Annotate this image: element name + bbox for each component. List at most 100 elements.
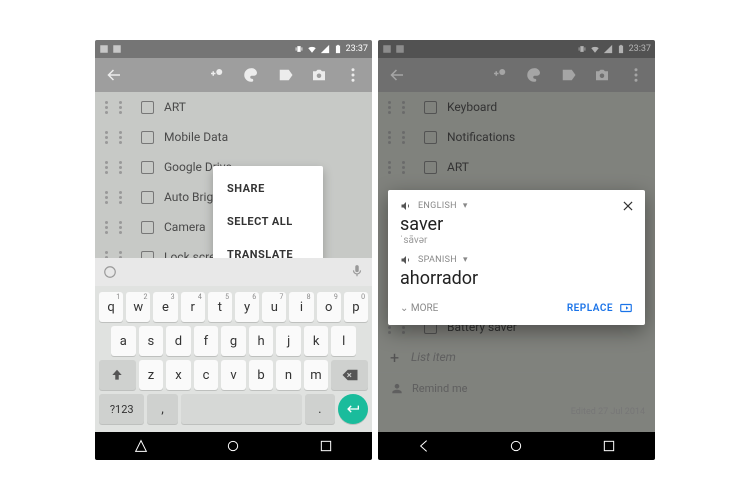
overflow-icon[interactable] [340,62,366,88]
list-item[interactable]: ART [95,92,372,122]
ctx-translate[interactable]: Translate [213,238,323,258]
camera-icon[interactable] [589,62,615,88]
overflow-icon[interactable] [623,62,649,88]
google-icon[interactable] [103,265,117,279]
key-period[interactable]: . [305,394,335,424]
palette-icon[interactable] [521,62,547,88]
speaker-icon[interactable] [400,254,412,266]
nav-home[interactable] [225,438,241,454]
vibrate-icon [577,44,587,54]
key-y[interactable]: y6 [235,292,259,322]
source-word: saver [400,214,633,235]
nav-home[interactable] [508,438,524,454]
nav-back[interactable] [416,438,432,454]
key-o[interactable]: o9 [317,292,341,322]
nav-bar [95,432,372,460]
label-icon[interactable] [272,62,298,88]
suggestion-bar [95,258,372,286]
list-item: Notifications [378,122,655,152]
status-bar: 23:37 [378,40,655,58]
key-b[interactable]: b [249,360,274,390]
remind-me: Remind me [378,373,655,403]
replace-button[interactable]: Replace [567,301,633,315]
target-language[interactable]: Spanish▾ [400,254,633,266]
key-h[interactable]: h [249,326,274,356]
camera-icon[interactable] [306,62,332,88]
key-t[interactable]: t5 [208,292,232,322]
key-f[interactable]: f [194,326,219,356]
app-icon [382,44,392,54]
text-context-menu: Share Select All Translate [213,166,323,258]
list-item: ART [378,152,655,182]
add-person-icon[interactable] [204,62,230,88]
list-item[interactable]: Mobile Data [95,122,372,152]
key-j[interactable]: j [276,326,301,356]
key-r[interactable]: r4 [181,292,205,322]
battery-icon [616,44,626,54]
palette-icon[interactable] [238,62,264,88]
target-word: ahorrador [400,268,633,289]
app-icon [395,44,405,54]
phone-left: 23:37 ART Mobile Data Google Drive Auto … [95,40,372,460]
phone-right: 23:37 Keyboard Notifications ART Battery… [378,40,655,460]
source-language[interactable]: English▾ [400,200,633,212]
key-m[interactable]: m [304,360,329,390]
nav-recent[interactable] [318,438,334,454]
speaker-icon[interactable] [400,200,412,212]
action-bar [95,58,372,92]
ctx-select-all[interactable]: Select All [213,205,323,238]
translate-card: English▾ saver ˈsāvər Spanish▾ ahorrador… [388,190,645,325]
key-l[interactable]: l [331,326,356,356]
checkbox[interactable] [141,161,154,174]
status-time: 23:37 [629,44,651,54]
key-symbols[interactable]: ?123 [99,394,144,424]
key-a[interactable]: a [111,326,136,356]
ctx-share[interactable]: Share [213,172,323,205]
back-button[interactable] [101,62,127,88]
key-s[interactable]: s [139,326,164,356]
key-c[interactable]: c [194,360,219,390]
add-list-item: +List item [378,342,655,372]
key-shift[interactable] [99,360,136,390]
key-z[interactable]: z [139,360,164,390]
key-comma[interactable]: , [147,394,177,424]
key-backspace[interactable] [331,360,368,390]
status-time: 23:37 [346,44,368,54]
key-v[interactable]: v [221,360,246,390]
close-button[interactable] [621,198,635,212]
checkbox[interactable] [141,191,154,204]
key-w[interactable]: w2 [126,292,150,322]
key-p[interactable]: p0 [344,292,368,322]
mic-icon[interactable] [350,263,364,282]
key-g[interactable]: g [221,326,246,356]
nav-back[interactable] [133,438,149,454]
checkbox[interactable] [141,101,154,114]
keyboard: q1w2e3r4t5y6u7i8o9p0 asdfghjkl zxcvbnm ?… [95,286,372,432]
key-q[interactable]: q1 [99,292,123,322]
action-bar [378,58,655,92]
label-icon[interactable] [555,62,581,88]
battery-icon [333,44,343,54]
app-icon [112,44,122,54]
wifi-icon [590,44,600,54]
key-enter[interactable] [338,394,368,424]
signal-icon [320,44,330,54]
back-button[interactable] [384,62,410,88]
checkbox[interactable] [141,221,154,234]
key-n[interactable]: n [276,360,301,390]
source-pronunciation: ˈsāvər [400,235,633,246]
nav-recent[interactable] [601,438,617,454]
vibrate-icon [294,44,304,54]
key-e[interactable]: e3 [153,292,177,322]
key-d[interactable]: d [166,326,191,356]
key-space[interactable] [181,394,302,424]
more-toggle[interactable]: ⌄ More [400,303,438,314]
key-u[interactable]: u7 [262,292,286,322]
signal-icon [603,44,613,54]
checkbox[interactable] [141,251,154,259]
add-person-icon[interactable] [487,62,513,88]
key-i[interactable]: i8 [289,292,313,322]
checkbox[interactable] [141,131,154,144]
key-x[interactable]: x [166,360,191,390]
key-k[interactable]: k [304,326,329,356]
